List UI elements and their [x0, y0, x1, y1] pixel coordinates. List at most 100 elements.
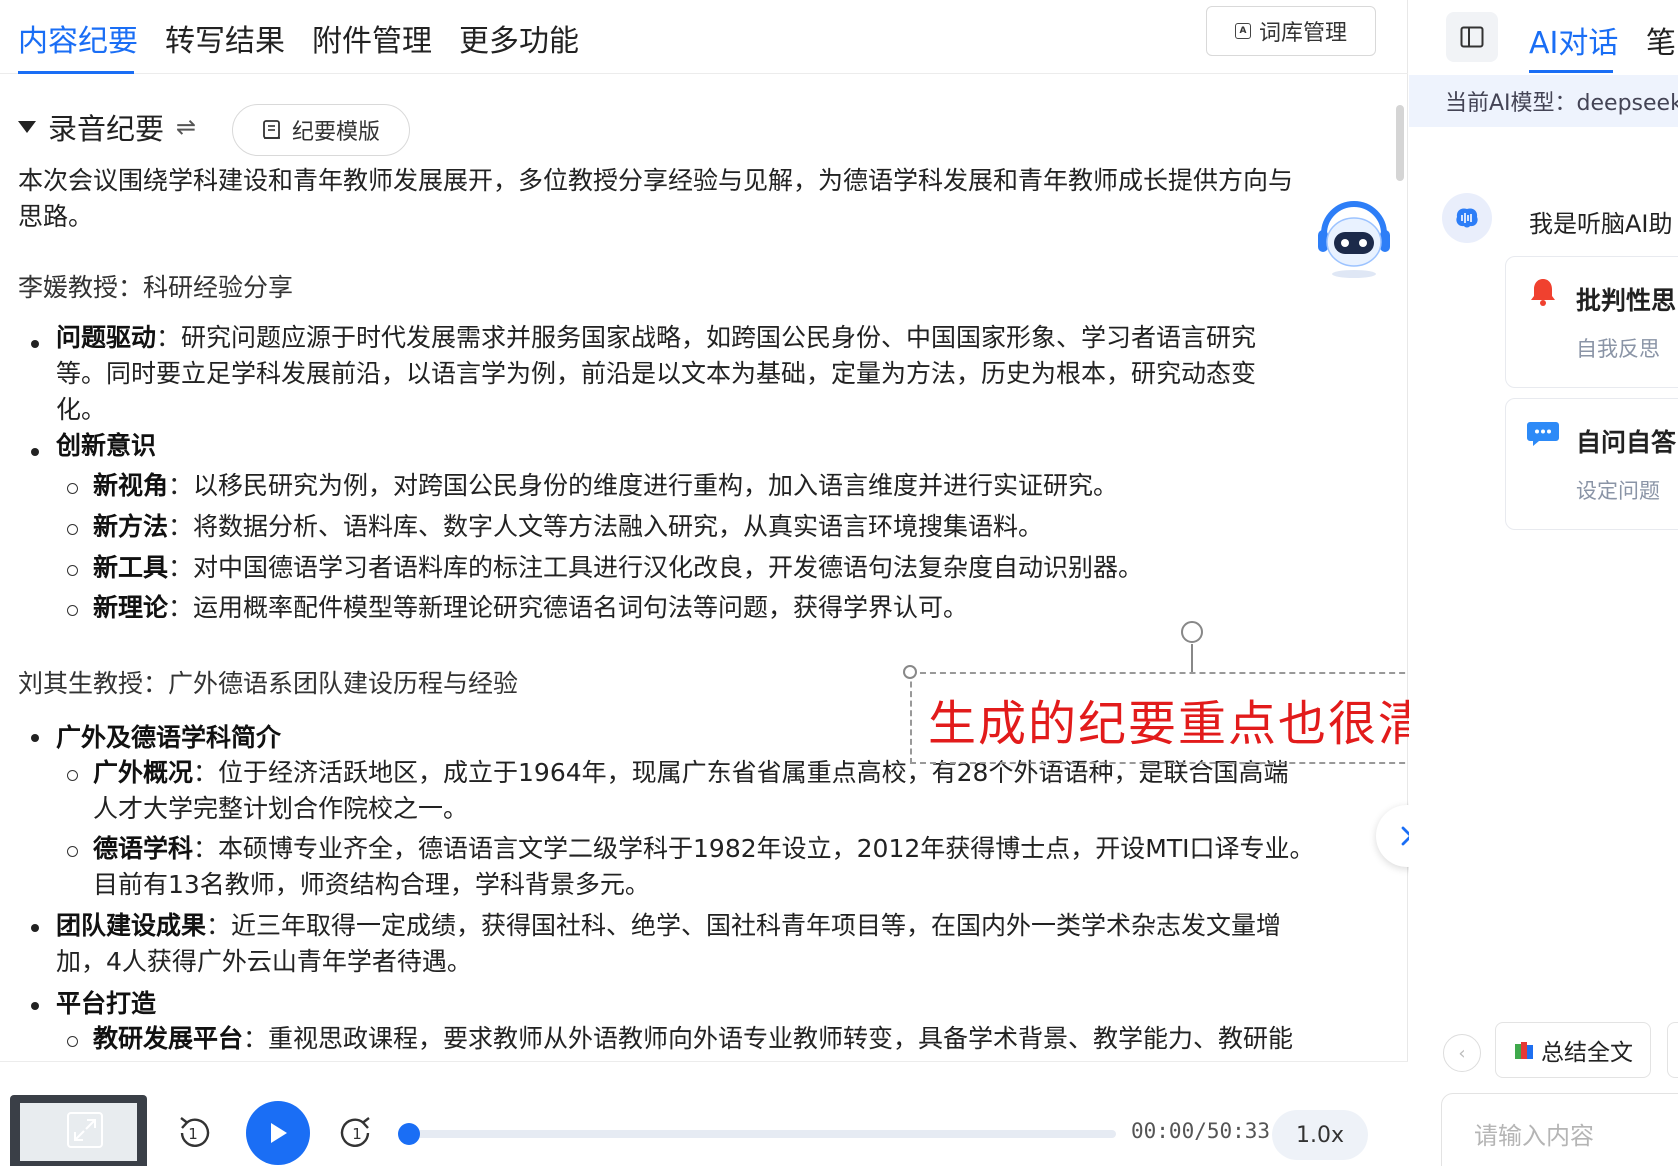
item-label: 新理论: [93, 593, 169, 622]
speaker-heading: 李媛教授：科研经验分享: [18, 273, 294, 302]
content-scrollbar[interactable]: [1396, 105, 1404, 181]
minutes-template-button[interactable]: 纪要模版: [232, 104, 410, 156]
summary-button-label: 总结全文: [1541, 1040, 1633, 1066]
bullet-ring: [67, 1036, 78, 1047]
sub-list-item: 德语学科：本硕博专业齐全，德语语言文学二级学科于1982年设立，2012年获得博…: [93, 831, 1323, 903]
ai-brain-avatar-icon: [1442, 193, 1492, 243]
tab-content-summary[interactable]: 内容纪要: [18, 20, 138, 64]
forward-icon[interactable]: 1: [336, 1112, 378, 1154]
bullet-dot: [31, 734, 39, 742]
item-label: 新视角: [93, 471, 169, 500]
annotation-text[interactable]: 生成的纪要重点也很清晰: [928, 684, 1478, 754]
chat-input[interactable]: 请输入内容: [1441, 1093, 1678, 1166]
item-text: 化。: [56, 395, 107, 424]
item-text: 等。同时要立足学科发展前沿，以语言学为例，前沿是以文本为基础，定量为方法，历史为…: [56, 359, 1257, 388]
summary-paragraph: 本次会议围绕学科建设和青年教师发展展开，多位教授分享经验与见解，为德语学科发展和…: [18, 163, 1293, 235]
lexicon-manage-button[interactable]: A 词库管理: [1206, 6, 1376, 56]
bullet-ring: [67, 846, 78, 857]
summary-line: 本次会议围绕学科建设和青年教师发展展开，多位教授分享经验与见解，为德语学科发展和…: [18, 166, 1294, 195]
summary-line: 思路。: [18, 202, 94, 231]
rotate-handle[interactable]: [1181, 621, 1203, 643]
card-title: 批判性思: [1576, 286, 1677, 315]
ai-greeting: 我是听脑AI助: [1529, 210, 1673, 238]
active-tab-indicator: [18, 71, 134, 74]
item-text: ：研究问题应源于时代发展需求并服务国家战略，如跨国公民身份、中国国家形象、学习者…: [156, 323, 1257, 352]
expand-icon[interactable]: [67, 1112, 103, 1148]
section-title: 录音纪要: [48, 112, 165, 146]
minutes-panel: 内容纪要 转写结果 附件管理 更多功能 A 词库管理 录音纪要 ⇌ 纪要模版 本…: [0, 0, 1482, 1166]
item-text: ：对中国德语学习者语料库的标注工具进行汉化改良，开发德语句法复杂度自动识别器。: [168, 553, 1144, 582]
item-label: 德语学科: [93, 834, 194, 863]
bell-icon: [1531, 279, 1555, 306]
sidebar-toggle-button[interactable]: [1446, 12, 1498, 62]
ai-robot-assistant-icon[interactable]: [1314, 190, 1394, 280]
swap-icon[interactable]: ⇌: [176, 113, 196, 141]
ai-model-indicator: 当前AI模型：deepseek: [1409, 75, 1678, 127]
item-label: 问题驱动: [56, 323, 157, 352]
rewind-seconds: 1: [188, 1125, 198, 1143]
sub-list-item: 新理论：运用概率配件模型等新理论研究德语名词句法等问题，获得学界认可。: [93, 590, 968, 626]
quick-action-button[interactable]: [1667, 1022, 1678, 1078]
play-icon: [271, 1123, 287, 1143]
bullet-dot: [31, 924, 39, 932]
tab-attachments[interactable]: 附件管理: [312, 20, 432, 64]
books-icon: [1515, 1042, 1533, 1059]
playback-speed-button[interactable]: 1.0x: [1272, 1110, 1368, 1160]
bullet-dot: [31, 340, 39, 348]
section-header[interactable]: 录音纪要 ⇌: [18, 102, 196, 152]
item-label: 新工具: [93, 553, 169, 582]
item-text: ：本硕博专业齐全，德语语言文学二级学科于1982年设立，2012年获得博士点，开…: [193, 834, 1315, 863]
item-text: ：将数据分析、语料库、数字人文等方法融入研究，从真实语言环境搜集语料。: [168, 512, 1044, 541]
sub-list-item: 教研发展平台：重视思政课程，要求教师从外语教师向外语专业教师转变，具备学术背景、…: [93, 1021, 1393, 1057]
resize-handle[interactable]: [903, 665, 917, 679]
list-item: 问题驱动：研究问题应源于时代发展需求并服务国家战略，如跨国公民身份、中国国家形象…: [56, 320, 1296, 428]
ai-box-icon: A: [1234, 23, 1251, 39]
list-item: 广外及德语学科简介: [56, 720, 281, 756]
play-button[interactable]: [246, 1101, 310, 1165]
item-text: ：重视思政课程，要求教师从外语教师向外语专业教师转变，具备学术背景、教学能力、教…: [243, 1024, 1294, 1053]
speaker-heading: 刘其生教授：广外德语系团队建设历程与经验: [18, 669, 519, 698]
item-text: 加，4人获得广外云山青年学者待遇。: [56, 947, 472, 976]
bullet-dot: [31, 448, 39, 456]
active-tab-indicator: [1529, 70, 1613, 73]
item-label: 广外概况: [93, 758, 194, 787]
bullet-dot: [31, 1002, 39, 1010]
template-button-label: 纪要模版: [291, 120, 380, 145]
item-text: 人才大学完整计划合作院校之一。: [93, 794, 469, 823]
bullet-ring: [67, 605, 78, 616]
sub-list-item: 新工具：对中国德语学习者语料库的标注工具进行汉化改良，开发德语句法复杂度自动识别…: [93, 550, 1143, 586]
item-text: ：以移民研究为例，对跨国公民身份的维度进行重构，加入语言维度并进行实证研究。: [168, 471, 1119, 500]
bullet-ring: [67, 483, 78, 494]
lexicon-button-label: 词库管理: [1258, 21, 1347, 46]
list-item: 创新意识: [56, 428, 156, 464]
progress-knob[interactable]: [398, 1123, 420, 1145]
scroll-left-button[interactable]: ‹: [1443, 1034, 1481, 1072]
rotate-handle-stem: [1191, 644, 1193, 672]
item-text: ：运用概率配件模型等新理论研究德语名词句法等问题，获得学界认可。: [168, 593, 969, 622]
video-thumbnail[interactable]: [10, 1095, 147, 1166]
sub-list-item: 广外概况：位于经济活跃地区，成立于1964年，现属广东省省属重点高校，有28个外…: [93, 755, 1323, 827]
suggestion-card[interactable]: 批判性思 自我反思: [1505, 256, 1678, 388]
card-subtitle: 设定问题: [1576, 479, 1660, 503]
tab-notes[interactable]: 笔: [1646, 18, 1676, 62]
item-label: 团队建设成果: [56, 911, 207, 940]
list-item: 团队建设成果：近三年取得一定成绩，获得国社科、绝学、国社科青年项目等，在国内外一…: [56, 908, 1316, 980]
tab-ai-chat[interactable]: AI对话: [1529, 18, 1618, 62]
summarize-full-text-button[interactable]: 总结全文: [1495, 1022, 1651, 1078]
rewind-icon[interactable]: 1: [172, 1112, 214, 1154]
template-book-icon: [263, 120, 280, 139]
forward-seconds: 1: [352, 1125, 362, 1143]
tab-transcript[interactable]: 转写结果: [165, 20, 285, 64]
card-title: 自问自答: [1576, 428, 1677, 457]
item-label: 创新意识: [56, 431, 157, 460]
bullet-ring: [67, 565, 78, 576]
item-label: 教研发展平台: [93, 1024, 244, 1053]
sub-list-item: 新视角：以移民研究为例，对跨国公民身份的维度进行重构，加入语言维度并进行实证研究…: [93, 468, 1118, 504]
ai-chat-panel: AI对话 笔 当前AI模型：deepseek 我是听脑AI助 批判性思 自我反思…: [1409, 0, 1678, 1166]
collapse-triangle-icon[interactable]: [18, 121, 36, 133]
card-subtitle: 自我反思: [1576, 337, 1660, 361]
suggestion-card[interactable]: 自问自答 设定问题: [1505, 398, 1678, 530]
tab-more-features[interactable]: 更多功能: [459, 20, 579, 64]
progress-track[interactable]: [408, 1130, 1116, 1138]
item-label: 平台打造: [56, 989, 157, 1018]
